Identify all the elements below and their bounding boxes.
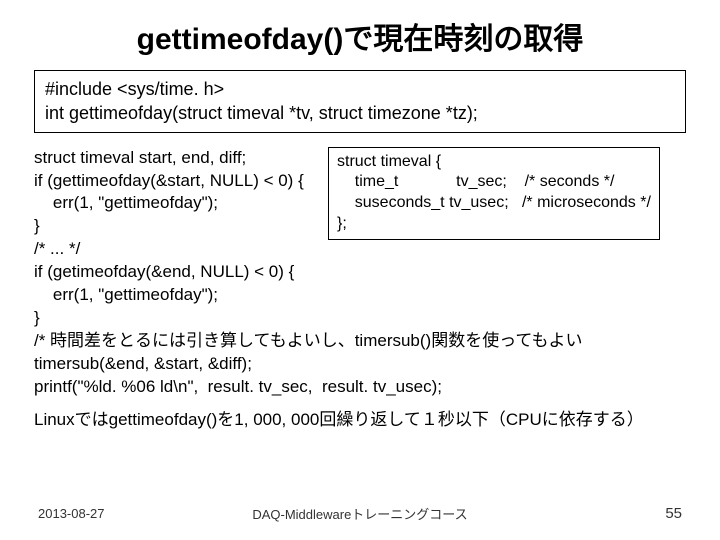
slide: gettimeofday()で現在時刻の取得 #include <sys/tim… <box>0 0 720 540</box>
footer: 2013-08-27 DAQ-Middlewareトレーニングコース 55 <box>0 505 720 522</box>
signature-line-2: int gettimeofday(struct timeval *tv, str… <box>45 101 675 125</box>
body-area: struct timeval { time_t tv_sec; /* secon… <box>28 147 692 432</box>
footer-date: 2013-08-27 <box>38 506 105 521</box>
page-number: 55 <box>665 505 682 522</box>
slide-title: gettimeofday()で現在時刻の取得 <box>28 14 692 58</box>
performance-note: Linuxではgettimeofday()を1, 000, 000回繰り返して１… <box>34 409 686 432</box>
footer-course: DAQ-Middlewareトレーニングコース <box>252 504 467 523</box>
signature-line-1: #include <sys/time. h> <box>45 77 675 101</box>
function-signature-box: #include <sys/time. h> int gettimeofday(… <box>34 70 686 133</box>
struct-definition-box: struct timeval { time_t tv_sec; /* secon… <box>328 147 660 240</box>
